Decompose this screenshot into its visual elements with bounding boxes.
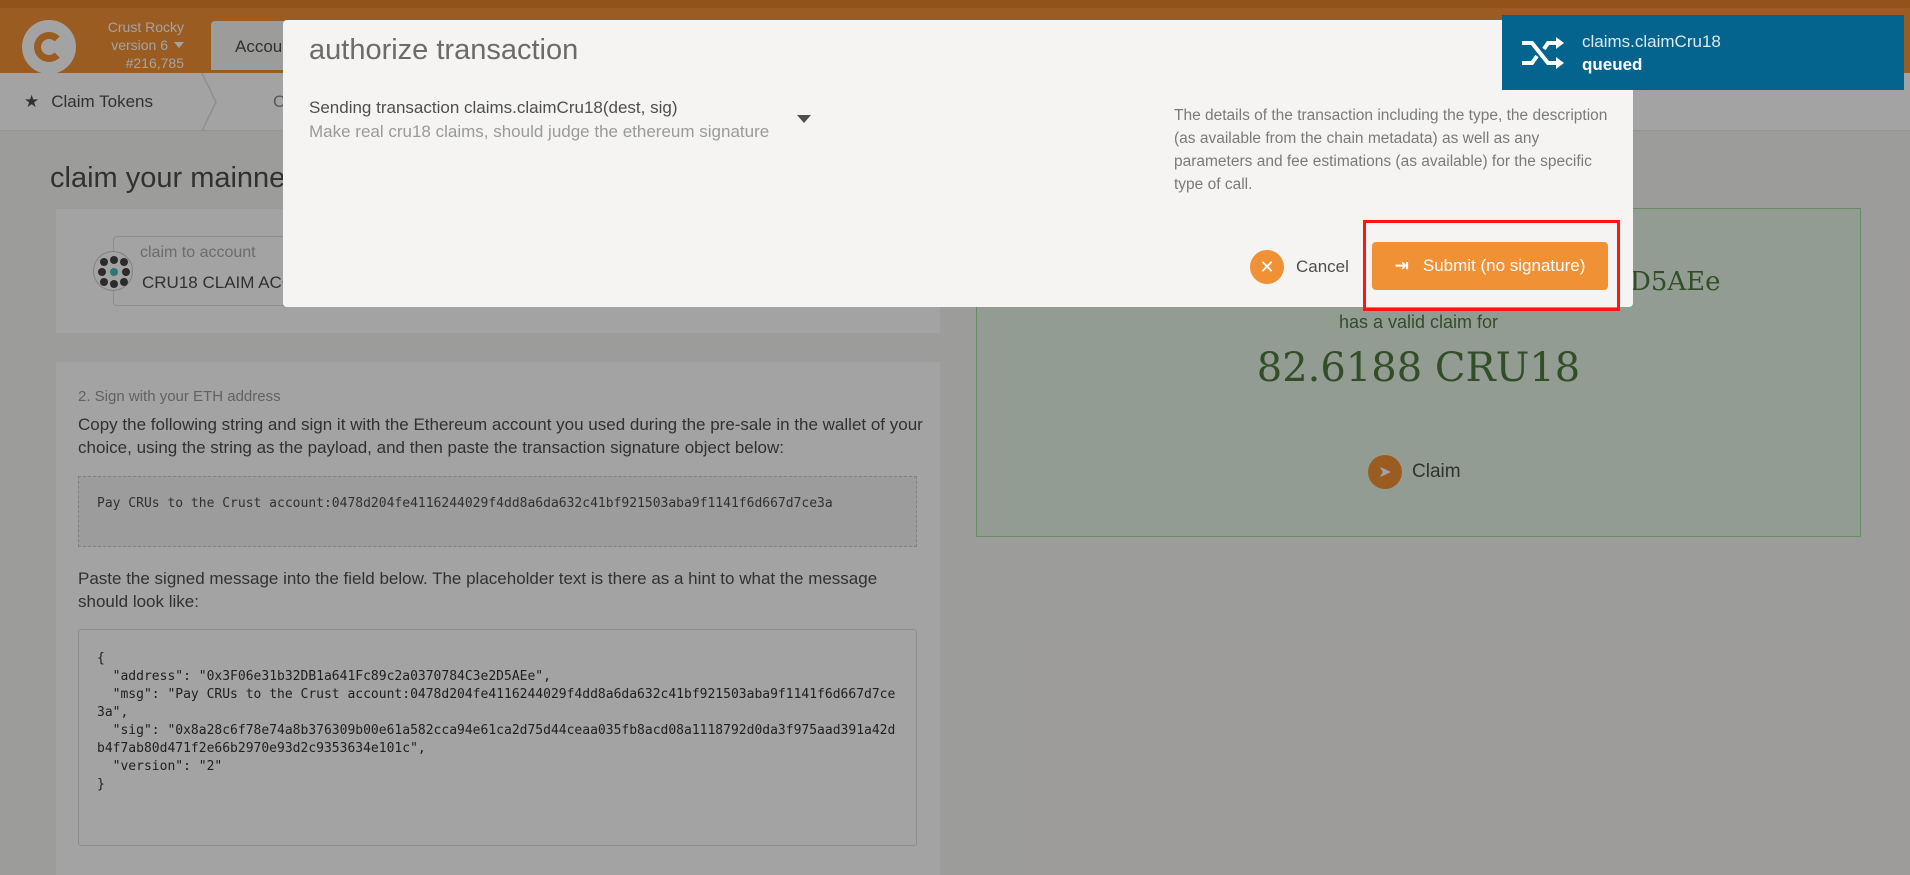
close-icon: ✕ (1250, 250, 1284, 284)
toast-method: claims.claimCru18 (1582, 31, 1721, 51)
chevron-down-icon[interactable] (797, 115, 811, 123)
transaction-status-toast[interactable]: claims.claimCru18 queued (1502, 15, 1904, 90)
transaction-description: Make real cru18 claims, should judge the… (309, 122, 770, 141)
modal-title: authorize transaction (309, 34, 579, 66)
transaction-title[interactable]: Sending transaction claims.claimCru18(de… (309, 98, 678, 118)
cancel-button[interactable]: ✕ Cancel (1250, 250, 1349, 284)
highlight-box (1363, 220, 1620, 311)
help-text: The details of the transaction including… (1174, 107, 1608, 193)
cancel-label: Cancel (1296, 257, 1349, 276)
toast-status: queued (1582, 54, 1643, 74)
authorize-transaction-modal: authorize transaction Sending transactio… (283, 20, 1633, 311)
shuffle-icon (1502, 15, 1582, 90)
